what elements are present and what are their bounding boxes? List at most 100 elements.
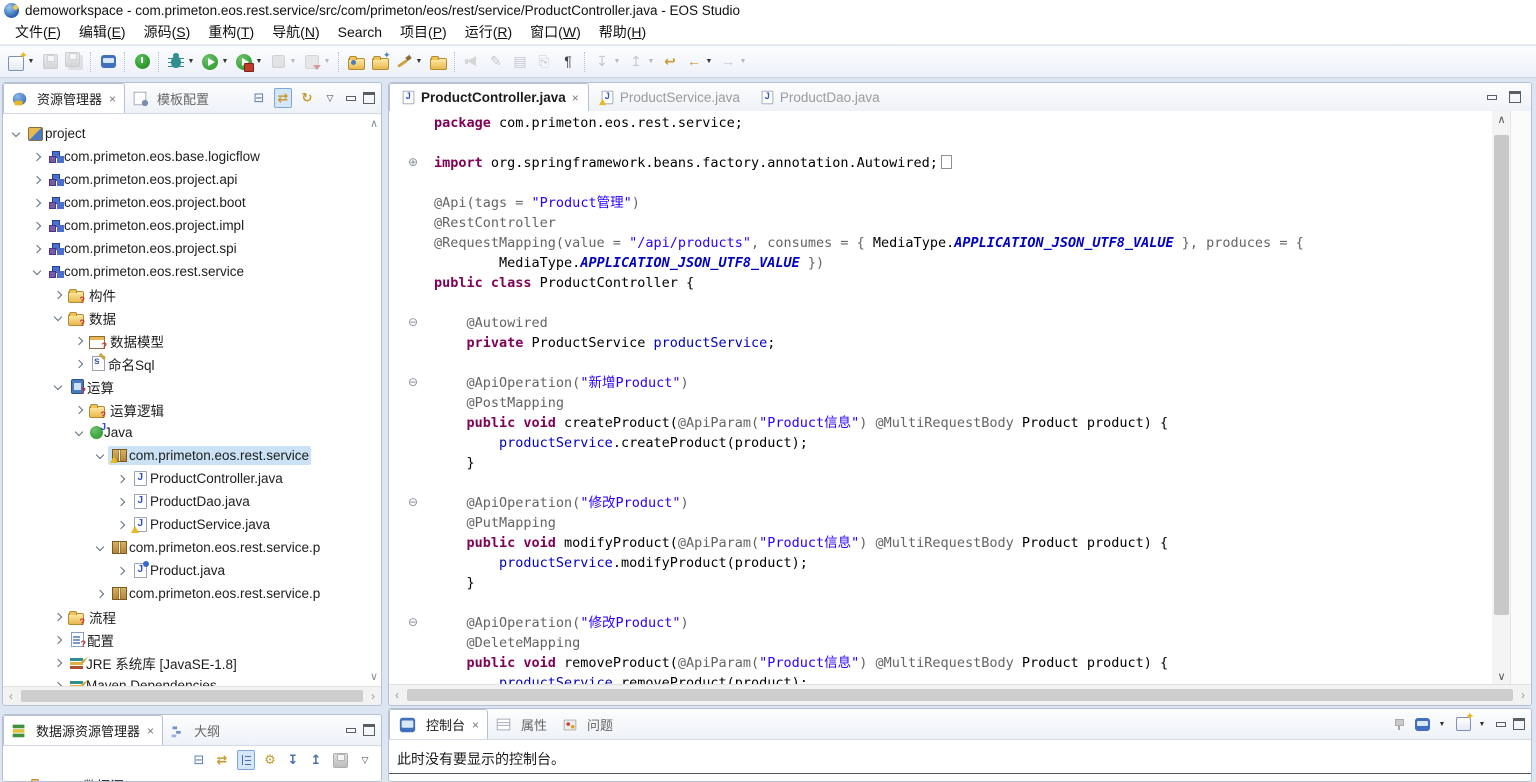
- scroll-left-icon[interactable]: ‹: [3, 689, 19, 703]
- tree-item-20[interactable]: com.primeton.eos.rest.service.p: [3, 582, 361, 605]
- tree-item-18[interactable]: com.primeton.eos.rest.service.p: [3, 536, 361, 559]
- import-config-button[interactable]: ↧: [285, 751, 301, 769]
- menu-item-0[interactable]: 文件(F): [6, 20, 70, 44]
- tree-item-7[interactable]: 构件: [3, 283, 361, 306]
- menu-item-9[interactable]: 帮助(H): [590, 20, 655, 44]
- fold-marker-icon[interactable]: ⊕: [389, 153, 434, 173]
- fold-marker-icon[interactable]: ⊖: [389, 613, 434, 633]
- run-button[interactable]: [199, 51, 221, 73]
- minimize-button[interactable]: [345, 93, 356, 103]
- chevron-right-icon[interactable]: [112, 568, 129, 574]
- link-with-editor-button[interactable]: ⇄: [274, 88, 292, 108]
- tree-item-6[interactable]: com.primeton.eos.rest.service: [3, 260, 361, 283]
- link-with-editor-button[interactable]: ⇄: [214, 751, 230, 769]
- code-editor[interactable]: package com.primeton.eos.rest.service;⊕i…: [389, 111, 1531, 685]
- display-selected-console-button[interactable]: [1414, 715, 1431, 733]
- scrollbar-thumb[interactable]: [1494, 135, 1509, 615]
- tree-mode-button[interactable]: [237, 750, 255, 770]
- scrollbar-thumb[interactable]: [407, 689, 1513, 701]
- chevron-down-icon[interactable]: [49, 385, 66, 389]
- chevron-down-icon[interactable]: [91, 546, 108, 550]
- chevron-right-icon[interactable]: [70, 361, 87, 367]
- tree-item-3[interactable]: com.primeton.eos.project.boot: [3, 191, 361, 214]
- console-tab-2[interactable]: 问题: [555, 710, 621, 739]
- chevron-right-icon[interactable]: [70, 407, 87, 413]
- tree-item-14[interactable]: com.primeton.eos.rest.service: [3, 444, 361, 467]
- editor-tab-2[interactable]: ProductDao.java: [749, 84, 889, 111]
- tree-item-13[interactable]: Java: [3, 421, 361, 444]
- show-whitespace-button[interactable]: ¶: [557, 51, 579, 73]
- new-wizard-dropdown-icon[interactable]: ▼: [27, 58, 35, 65]
- close-icon[interactable]: ×: [147, 724, 154, 738]
- tree-item-21[interactable]: 流程: [3, 605, 361, 628]
- format-brush-button[interactable]: [393, 51, 415, 73]
- scroll-left-icon[interactable]: ‹: [389, 688, 405, 702]
- last-edit-location-button[interactable]: ↩: [659, 51, 681, 73]
- tree-scroll-down-icon[interactable]: ∨: [370, 670, 378, 683]
- minimize-button[interactable]: [1495, 719, 1506, 729]
- chevron-right-icon[interactable]: [28, 223, 45, 229]
- debug-dropdown-icon[interactable]: ▼: [187, 58, 195, 65]
- tree-item-12[interactable]: 运算逻辑: [3, 398, 361, 421]
- tree-horizontal-scrollbar[interactable]: ‹ ›: [3, 686, 381, 705]
- display-selected-console-dropdown-icon[interactable]: ▼: [1438, 721, 1446, 728]
- fold-marker-icon[interactable]: ⊖: [389, 493, 434, 513]
- tree-item-1[interactable]: com.primeton.eos.base.logicflow: [3, 145, 361, 168]
- chevron-down-icon[interactable]: [70, 431, 87, 435]
- tree-item-23[interactable]: JRE 系统库 [JavaSE-1.8]: [3, 651, 361, 674]
- code-area[interactable]: package com.primeton.eos.rest.service;⊕i…: [389, 111, 1492, 685]
- tree-item-16[interactable]: ProductDao.java: [3, 490, 361, 513]
- collapsed-region-box[interactable]: [941, 155, 952, 169]
- overview-ruler[interactable]: [1510, 111, 1531, 685]
- start-server-button[interactable]: [131, 51, 153, 73]
- menu-item-1[interactable]: 编辑(E): [70, 20, 135, 44]
- scroll-up-icon[interactable]: ∧: [1492, 113, 1511, 126]
- chevron-right-icon[interactable]: [28, 200, 45, 206]
- explorer-tab-0[interactable]: 资源管理器×: [3, 83, 125, 113]
- collapse-all-button[interactable]: ⊟: [251, 89, 267, 107]
- tree-item-0[interactable]: project: [3, 122, 361, 145]
- menu-item-2[interactable]: 源码(S): [135, 20, 200, 44]
- chevron-down-icon[interactable]: [49, 316, 66, 320]
- back-button[interactable]: ←: [683, 51, 705, 73]
- run-dropdown-icon[interactable]: ▼: [221, 58, 229, 65]
- chevron-right-icon[interactable]: [70, 338, 87, 344]
- profile-button[interactable]: [233, 51, 255, 73]
- chevron-right-icon[interactable]: [49, 660, 66, 666]
- chevron-right-icon[interactable]: [112, 522, 129, 528]
- chevron-right-icon[interactable]: [112, 499, 129, 505]
- export-config-button[interactable]: ↥: [308, 751, 324, 769]
- minimize-button[interactable]: [1486, 92, 1497, 102]
- back-dropdown-icon[interactable]: ▼: [705, 58, 713, 65]
- chevron-right-icon[interactable]: [49, 292, 66, 298]
- chevron-down-icon[interactable]: [7, 132, 24, 136]
- menu-item-4[interactable]: 导航(N): [263, 20, 328, 44]
- tree-item-19[interactable]: Product.java: [3, 559, 361, 582]
- scrollbar-thumb[interactable]: [21, 690, 363, 702]
- datasource-tab-1[interactable]: 大纲: [163, 716, 228, 745]
- open-console-dropdown-icon[interactable]: ▼: [1478, 721, 1486, 728]
- fold-marker-icon[interactable]: ⊖: [389, 373, 434, 393]
- fold-marker-icon[interactable]: ⊖: [389, 313, 434, 333]
- new-wizard-button[interactable]: [5, 51, 27, 73]
- collapse-all-button[interactable]: ⊟: [191, 751, 207, 769]
- chevron-right-icon[interactable]: [28, 177, 45, 183]
- editor-tab-0[interactable]: ProductController.java×: [389, 83, 589, 111]
- close-icon[interactable]: ×: [472, 718, 479, 732]
- chevron-right-icon[interactable]: [91, 591, 108, 597]
- editor-tab-1[interactable]: ProductService.java: [589, 84, 749, 111]
- editor-horizontal-scrollbar[interactable]: ‹ ›: [389, 684, 1531, 705]
- chevron-right-icon[interactable]: [49, 637, 66, 643]
- maximize-button[interactable]: [1513, 718, 1525, 730]
- pin-console-button[interactable]: [1391, 715, 1407, 733]
- menu-item-3[interactable]: 重构(T): [199, 20, 263, 44]
- tree-item-8[interactable]: 数据: [3, 306, 361, 329]
- set-active-datasource-button[interactable]: ⚙: [262, 751, 278, 769]
- scroll-right-icon[interactable]: ›: [1515, 688, 1531, 702]
- console-tab-1[interactable]: 属性: [488, 710, 555, 739]
- close-icon[interactable]: ×: [109, 92, 116, 106]
- chevron-right-icon[interactable]: [112, 476, 129, 482]
- debug-button[interactable]: [165, 51, 187, 73]
- chevron-right-icon[interactable]: [28, 246, 45, 252]
- menu-item-6[interactable]: 项目(P): [391, 20, 456, 44]
